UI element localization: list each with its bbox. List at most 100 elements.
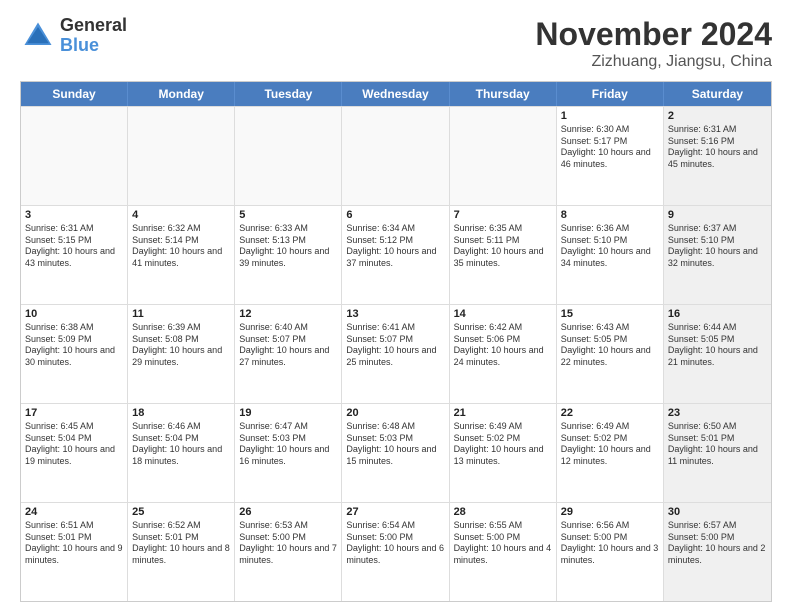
day-number: 1 [561, 110, 659, 122]
calendar-cell: 21Sunrise: 6:49 AM Sunset: 5:02 PM Dayli… [450, 404, 557, 502]
calendar-cell: 20 Sunrise: 6:48 AM Sunset: 5:03 PM Dayli… [342, 404, 449, 502]
calendar-cell: 1 Sunrise: 6:30 AM Sunset: 5:17 PM Daylig… [557, 107, 664, 205]
day-info: Sunrise: 6:47 AM Sunset: 5:03 PM Dayligh… [239, 421, 337, 468]
day-number: 3 [25, 209, 123, 221]
header-day-thursday: Thursday [450, 82, 557, 106]
header-day-monday: Monday [128, 82, 235, 106]
day-info: Sunrise: 6:52 AM Sunset: 5:01 PM Dayligh… [132, 520, 230, 567]
day-number: 8 [561, 209, 659, 221]
day-info: Sunrise: 6:43 AM Sunset: 5:05 PM Dayligh… [561, 322, 659, 369]
day-info: Sunrise: 6:31 AM Sunset: 5:16 PM Dayligh… [668, 124, 767, 171]
day-number: 15 [561, 308, 659, 320]
day-number: 16 [668, 308, 767, 320]
calendar-cell: 12Sunrise: 6:40 AM Sunset: 5:07 PM Dayli… [235, 305, 342, 403]
page-subtitle: Zizhuang, Jiangsu, China [535, 53, 772, 71]
day-info: Sunrise: 6:51 AM Sunset: 5:01 PM Dayligh… [25, 520, 123, 567]
title-block: November 2024 Zizhuang, Jiangsu, China [535, 16, 772, 71]
day-info: Sunrise: 6:36 AM Sunset: 5:10 PM Dayligh… [561, 223, 659, 270]
calendar: SundayMondayTuesdayWednesdayThursdayFrid… [20, 81, 772, 602]
header: General Blue November 2024 Zizhuang, Jia… [20, 16, 772, 71]
calendar-body: 1 Sunrise: 6:30 AM Sunset: 5:17 PM Daylig… [21, 106, 771, 601]
day-info: Sunrise: 6:49 AM Sunset: 5:02 PM Dayligh… [454, 421, 552, 468]
day-number: 28 [454, 506, 552, 518]
day-info: Sunrise: 6:38 AM Sunset: 5:09 PM Dayligh… [25, 322, 123, 369]
calendar-cell [21, 107, 128, 205]
calendar-cell: 30 Sunrise: 6:57 AM Sunset: 5:00 PM Dayli… [664, 503, 771, 601]
calendar-cell: 25 Sunrise: 6:52 AM Sunset: 5:01 PM Dayli… [128, 503, 235, 601]
logo-general: General [60, 16, 127, 36]
day-number: 19 [239, 407, 337, 419]
calendar-cell: 9 Sunrise: 6:37 AM Sunset: 5:10 PM Daylig… [664, 206, 771, 304]
calendar-cell: 16Sunrise: 6:44 AM Sunset: 5:05 PM Dayli… [664, 305, 771, 403]
header-day-saturday: Saturday [664, 82, 771, 106]
calendar-cell [450, 107, 557, 205]
day-info: Sunrise: 6:30 AM Sunset: 5:17 PM Dayligh… [561, 124, 659, 171]
calendar-cell: 27Sunrise: 6:54 AM Sunset: 5:00 PM Dayli… [342, 503, 449, 601]
calendar-cell: 22 Sunrise: 6:49 AM Sunset: 5:02 PM Dayli… [557, 404, 664, 502]
day-number: 26 [239, 506, 337, 518]
day-info: Sunrise: 6:35 AM Sunset: 5:11 PM Dayligh… [454, 223, 552, 270]
calendar-cell: 13 Sunrise: 6:41 AM Sunset: 5:07 PM Dayli… [342, 305, 449, 403]
day-number: 2 [668, 110, 767, 122]
header-day-wednesday: Wednesday [342, 82, 449, 106]
day-info: Sunrise: 6:48 AM Sunset: 5:03 PM Dayligh… [346, 421, 444, 468]
day-number: 30 [668, 506, 767, 518]
calendar-cell: 18 Sunrise: 6:46 AM Sunset: 5:04 PM Dayli… [128, 404, 235, 502]
calendar-cell: 10 Sunrise: 6:38 AM Sunset: 5:09 PM Dayli… [21, 305, 128, 403]
calendar-cell: 19 Sunrise: 6:47 AM Sunset: 5:03 PM Dayli… [235, 404, 342, 502]
day-number: 24 [25, 506, 123, 518]
day-info: Sunrise: 6:39 AM Sunset: 5:08 PM Dayligh… [132, 322, 230, 369]
calendar-row-2: 10 Sunrise: 6:38 AM Sunset: 5:09 PM Dayli… [21, 304, 771, 403]
day-number: 6 [346, 209, 444, 221]
calendar-cell: 15 Sunrise: 6:43 AM Sunset: 5:05 PM Dayli… [557, 305, 664, 403]
calendar-cell: 28 Sunrise: 6:55 AM Sunset: 5:00 PM Dayli… [450, 503, 557, 601]
calendar-cell [128, 107, 235, 205]
calendar-cell: 8 Sunrise: 6:36 AM Sunset: 5:10 PM Daylig… [557, 206, 664, 304]
day-info: Sunrise: 6:56 AM Sunset: 5:00 PM Dayligh… [561, 520, 659, 567]
calendar-cell: 14Sunrise: 6:42 AM Sunset: 5:06 PM Dayli… [450, 305, 557, 403]
calendar-cell [342, 107, 449, 205]
day-info: Sunrise: 6:34 AM Sunset: 5:12 PM Dayligh… [346, 223, 444, 270]
calendar-cell [235, 107, 342, 205]
day-info: Sunrise: 6:57 AM Sunset: 5:00 PM Dayligh… [668, 520, 767, 567]
calendar-row-4: 24 Sunrise: 6:51 AM Sunset: 5:01 PM Dayli… [21, 502, 771, 601]
calendar-cell: 29Sunrise: 6:56 AM Sunset: 5:00 PM Dayli… [557, 503, 664, 601]
logo: General Blue [20, 16, 127, 56]
day-info: Sunrise: 6:31 AM Sunset: 5:15 PM Dayligh… [25, 223, 123, 270]
header-day-friday: Friday [557, 82, 664, 106]
day-number: 10 [25, 308, 123, 320]
day-number: 11 [132, 308, 230, 320]
calendar-cell: 6 Sunrise: 6:34 AM Sunset: 5:12 PM Daylig… [342, 206, 449, 304]
day-info: Sunrise: 6:45 AM Sunset: 5:04 PM Dayligh… [25, 421, 123, 468]
calendar-cell: 3 Sunrise: 6:31 AM Sunset: 5:15 PM Daylig… [21, 206, 128, 304]
header-day-tuesday: Tuesday [235, 82, 342, 106]
calendar-cell: 7Sunrise: 6:35 AM Sunset: 5:11 PM Daylig… [450, 206, 557, 304]
day-number: 14 [454, 308, 552, 320]
calendar-cell: 24 Sunrise: 6:51 AM Sunset: 5:01 PM Dayli… [21, 503, 128, 601]
calendar-row-0: 1 Sunrise: 6:30 AM Sunset: 5:17 PM Daylig… [21, 106, 771, 205]
day-info: Sunrise: 6:54 AM Sunset: 5:00 PM Dayligh… [346, 520, 444, 567]
day-number: 13 [346, 308, 444, 320]
day-info: Sunrise: 6:46 AM Sunset: 5:04 PM Dayligh… [132, 421, 230, 468]
day-number: 22 [561, 407, 659, 419]
day-info: Sunrise: 6:37 AM Sunset: 5:10 PM Dayligh… [668, 223, 767, 270]
day-number: 9 [668, 209, 767, 221]
header-day-sunday: Sunday [21, 82, 128, 106]
page-title: November 2024 [535, 16, 772, 53]
calendar-cell: 26 Sunrise: 6:53 AM Sunset: 5:00 PM Dayli… [235, 503, 342, 601]
calendar-cell: 23 Sunrise: 6:50 AM Sunset: 5:01 PM Dayli… [664, 404, 771, 502]
day-info: Sunrise: 6:33 AM Sunset: 5:13 PM Dayligh… [239, 223, 337, 270]
day-info: Sunrise: 6:49 AM Sunset: 5:02 PM Dayligh… [561, 421, 659, 468]
day-info: Sunrise: 6:50 AM Sunset: 5:01 PM Dayligh… [668, 421, 767, 468]
day-number: 20 [346, 407, 444, 419]
day-info: Sunrise: 6:41 AM Sunset: 5:07 PM Dayligh… [346, 322, 444, 369]
calendar-header: SundayMondayTuesdayWednesdayThursdayFrid… [21, 82, 771, 106]
day-info: Sunrise: 6:53 AM Sunset: 5:00 PM Dayligh… [239, 520, 337, 567]
day-number: 18 [132, 407, 230, 419]
day-info: Sunrise: 6:55 AM Sunset: 5:00 PM Dayligh… [454, 520, 552, 567]
day-number: 23 [668, 407, 767, 419]
calendar-cell: 4Sunrise: 6:32 AM Sunset: 5:14 PM Daylig… [128, 206, 235, 304]
calendar-cell: 11 Sunrise: 6:39 AM Sunset: 5:08 PM Dayli… [128, 305, 235, 403]
day-number: 25 [132, 506, 230, 518]
page: General Blue November 2024 Zizhuang, Jia… [0, 0, 792, 612]
